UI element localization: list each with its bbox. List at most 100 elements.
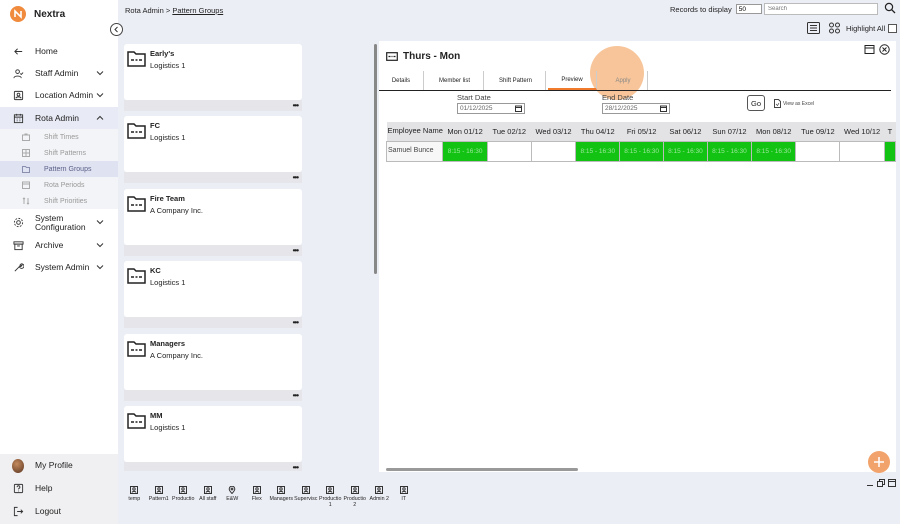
more-options-button[interactable]: ••• <box>293 101 299 110</box>
horizontal-scrollbar-thumb[interactable] <box>386 468 578 471</box>
expand-icon[interactable] <box>888 479 896 487</box>
tab-preview[interactable]: Preview <box>548 71 597 90</box>
add-button[interactable] <box>868 451 890 473</box>
horizontal-scrollbar-track[interactable] <box>379 467 896 472</box>
tab-member-list[interactable]: Member list <box>426 71 484 90</box>
group-card[interactable]: Fire Team A Company Inc. ••• <box>124 189 302 256</box>
shift-cell[interactable]: 8:15 - 16:30 <box>575 140 621 162</box>
collapse-sidebar-button[interactable] <box>110 23 123 36</box>
highlight-all-checkbox[interactable] <box>888 24 898 33</box>
subnav-shift-patterns[interactable]: Shift Patterns <box>0 145 118 161</box>
user-badge-icon <box>350 486 359 494</box>
empty-cell[interactable] <box>530 140 577 162</box>
gear-icon <box>12 217 24 229</box>
shift-cell[interactable]: 8:15 - 16:30 <box>442 140 488 162</box>
breadcrumb-parent[interactable]: Rota Admin <box>125 6 164 15</box>
nav-system-admin[interactable]: System Admin <box>0 256 118 279</box>
sort-icon <box>22 196 32 206</box>
group-card[interactable]: Managers A Company Inc. ••• <box>124 334 302 401</box>
tab-shift-pattern[interactable]: Shift Pattern <box>486 71 546 90</box>
group-card[interactable]: FC Logistics 1 ••• <box>124 116 302 183</box>
tab-apply[interactable]: Apply <box>599 71 648 90</box>
calendar-icon[interactable] <box>660 105 667 112</box>
quick-item-label: Productio 1 <box>319 496 342 508</box>
quick-item[interactable]: Supervisc <box>294 486 319 516</box>
more-options-button[interactable]: ••• <box>293 391 299 400</box>
subnav-shift-times[interactable]: Shift Times <box>0 129 118 145</box>
group-card[interactable]: KC Logistics 1 ••• <box>124 261 302 328</box>
nav-rota-admin[interactable]: Rota Admin <box>0 107 118 129</box>
quick-item[interactable]: Flex <box>245 486 270 516</box>
brand[interactable]: Nextra <box>10 6 65 22</box>
list-scrollbar[interactable] <box>374 44 377 274</box>
nav-my-profile[interactable]: My Profile <box>0 454 118 477</box>
chevron-down-icon <box>96 71 104 76</box>
quick-item[interactable]: Pattern1 <box>147 486 172 516</box>
highlight-all[interactable]: Highlight All <box>846 24 898 33</box>
nav-logout[interactable]: Logout <box>0 500 118 523</box>
nav-staff-admin[interactable]: Staff Admin <box>0 62 118 84</box>
empty-cell[interactable] <box>839 140 885 162</box>
calendar-icon[interactable] <box>515 105 522 112</box>
restore-icon[interactable] <box>877 479 885 487</box>
search-input[interactable] <box>764 3 878 15</box>
quick-item[interactable]: Productio 1 <box>318 486 343 516</box>
quick-item[interactable]: Productio <box>171 486 196 516</box>
group-org: Logistics 1 <box>150 61 186 70</box>
end-date-input[interactable]: 28/12/2025 <box>602 103 670 114</box>
more-options-button[interactable]: ••• <box>293 173 299 182</box>
shift-cell[interactable]: 8:15 - 16:30 <box>619 140 664 162</box>
grid-view-icon[interactable] <box>828 22 841 34</box>
more-options-button[interactable]: ••• <box>293 463 299 471</box>
logout-icon <box>12 506 24 518</box>
quick-item[interactable]: temp <box>122 486 147 516</box>
nav-system-configuration-label: System Configuration <box>35 212 86 232</box>
user-badge-icon <box>326 486 335 494</box>
list-view-icon[interactable] <box>807 22 820 34</box>
group-org: Logistics 1 <box>150 133 186 142</box>
quick-item[interactable]: All staff <box>196 486 221 516</box>
group-org: Logistics 1 <box>150 278 186 287</box>
search-icon[interactable] <box>884 2 896 14</box>
maximize-icon[interactable] <box>864 44 875 55</box>
nav-home-label: Home <box>35 45 58 56</box>
quick-item[interactable]: IT <box>392 486 417 516</box>
more-options-button[interactable]: ••• <box>293 246 299 255</box>
nav-system-configuration[interactable]: System Configuration <box>0 211 118 234</box>
shift-cell[interactable]: 8:15 - 16:30 <box>662 140 708 162</box>
shift-cell[interactable]: 8:15 - 16:30 <box>706 140 753 162</box>
minimize-icon[interactable] <box>866 479 874 487</box>
close-icon[interactable] <box>879 44 890 55</box>
group-card-footer <box>124 100 302 111</box>
empty-cell[interactable] <box>795 140 841 162</box>
group-card[interactable]: Early's Logistics 1 ••• <box>124 44 302 111</box>
quick-item[interactable]: Managers <box>269 486 294 516</box>
group-folder-icon <box>127 341 146 357</box>
shift-cell-partial[interactable] <box>883 140 897 162</box>
view-as-excel-link[interactable]: View as Excel <box>774 99 814 108</box>
breadcrumb-current[interactable]: Pattern Groups <box>172 6 223 15</box>
group-card[interactable]: MM Logistics 1 ••• <box>124 406 302 471</box>
nav-archive-label: Archive <box>35 239 64 250</box>
tab-details[interactable]: Details <box>379 71 424 90</box>
quick-item[interactable]: Productio 2 <box>343 486 368 516</box>
subnav-rota-periods[interactable]: Rota Periods <box>0 177 118 193</box>
nav-location-admin[interactable]: Location Admin <box>0 84 118 107</box>
quick-item[interactable]: E&W <box>220 486 245 516</box>
subnav-pattern-groups[interactable]: Pattern Groups <box>0 161 118 177</box>
group-folder-icon <box>127 196 146 212</box>
go-button[interactable]: Go <box>747 95 765 111</box>
nav-help[interactable]: Help <box>0 477 118 500</box>
empty-cell[interactable] <box>486 140 532 162</box>
subnav-shift-priorities[interactable]: Shift Priorities <box>0 193 118 209</box>
quick-item[interactable]: Admin 2 <box>367 486 392 516</box>
more-options-button[interactable]: ••• <box>293 318 299 327</box>
shift-cell[interactable]: 8:15 - 16:30 <box>751 140 797 162</box>
avatar <box>12 458 24 473</box>
group-org: A Company Inc. <box>150 351 203 360</box>
start-date-input[interactable]: 01/12/2025 <box>457 103 525 114</box>
records-input[interactable] <box>735 4 762 14</box>
nav-staff-admin-label: Staff Admin <box>35 67 79 78</box>
nav-home[interactable]: Home <box>0 40 118 62</box>
nav-archive[interactable]: Archive <box>0 234 118 256</box>
